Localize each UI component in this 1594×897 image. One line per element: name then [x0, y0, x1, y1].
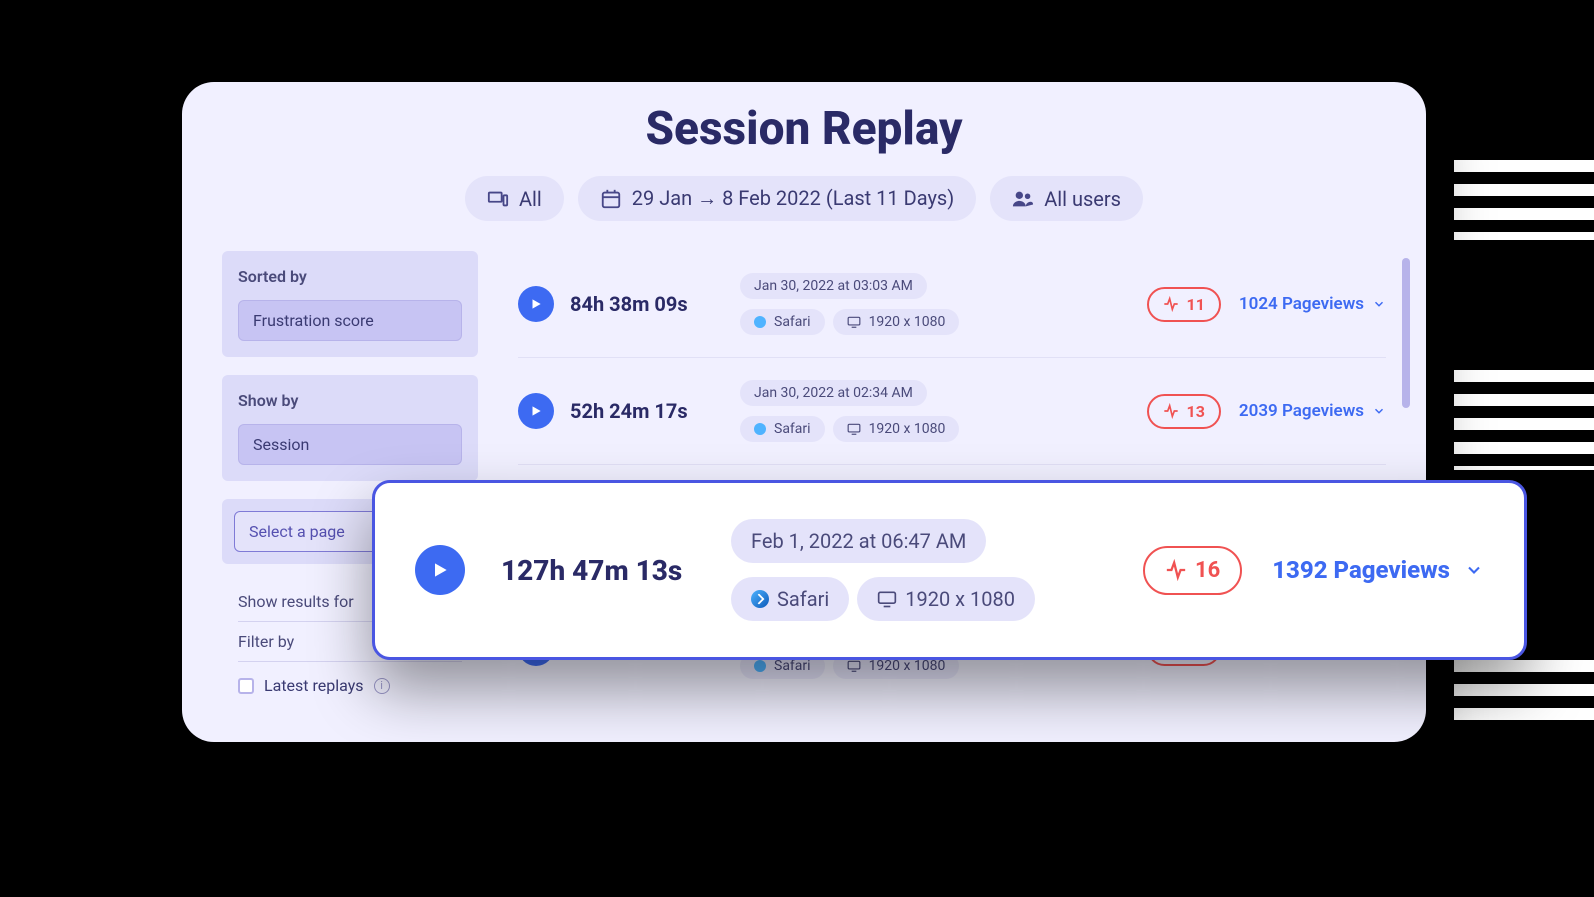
latest-replays-checkbox[interactable]: Latest replays i — [238, 676, 462, 695]
activity-icon — [1163, 296, 1179, 312]
tag-row: Safari 1920 x 1080 — [740, 416, 959, 442]
info-icon[interactable]: i — [374, 678, 390, 694]
page-title: Session Replay — [182, 102, 1426, 156]
devices-icon — [487, 188, 509, 210]
browser-chip: Safari — [731, 577, 849, 621]
date-range-filter[interactable]: 29 Jan → 8 Feb 2022 (Last 11 Days) — [578, 176, 976, 221]
users-filter[interactable]: All users — [990, 176, 1143, 221]
safari-icon — [754, 423, 766, 435]
decoration-stripes — [1454, 370, 1594, 470]
play-icon — [430, 560, 450, 580]
session-right: 11 1024 Pageviews — [1147, 287, 1386, 322]
timestamp-chip: Feb 1, 2022 at 06:47 AM — [731, 519, 986, 563]
decoration-stripes — [1454, 160, 1594, 240]
users-icon — [1012, 188, 1034, 210]
divider — [238, 661, 462, 662]
monitor-icon — [847, 315, 861, 329]
resolution-chip: 1920 x 1080 — [833, 416, 960, 442]
timestamp-chip: Jan 30, 2022 at 02:34 AM — [740, 380, 927, 406]
filters-row: All 29 Jan → 8 Feb 2022 (Last 11 Days) A… — [182, 176, 1426, 221]
calendar-icon — [600, 188, 622, 210]
date-range-label: 29 Jan → 8 Feb 2022 (Last 11 Days) — [632, 186, 954, 211]
filter-by-label: Filter by — [238, 632, 294, 651]
users-filter-label: All users — [1044, 187, 1121, 211]
session-duration: 84h 38m 09s — [570, 292, 740, 316]
tag-row: Safari 1920 x 1080 — [731, 577, 1035, 621]
scrollbar-thumb[interactable] — [1402, 258, 1410, 408]
sorted-by-panel: Sorted by Frustration score — [222, 251, 478, 357]
tag-row: Safari 1920 x 1080 — [740, 309, 959, 335]
session-row[interactable]: 84h 38m 09s Jan 30, 2022 at 03:03 AM Saf… — [518, 251, 1386, 358]
latest-replays-label: Latest replays — [264, 676, 364, 695]
chevron-down-icon — [1372, 404, 1386, 418]
browser-chip: Safari — [740, 416, 825, 442]
session-meta: Jan 30, 2022 at 02:34 AM Safari 1920 x 1… — [740, 380, 1147, 442]
activity-icon — [1163, 403, 1179, 419]
resolution-chip: 1920 x 1080 — [833, 309, 960, 335]
frustration-score-badge: 16 — [1143, 546, 1242, 595]
pageviews-toggle[interactable]: 2039 Pageviews — [1239, 401, 1386, 421]
session-meta: Jan 30, 2022 at 03:03 AM Safari 1920 x 1… — [740, 273, 1147, 335]
frustration-score-badge: 11 — [1147, 287, 1221, 322]
show-results-label: Show results for — [238, 592, 354, 611]
session-duration: 127h 47m 13s — [501, 554, 711, 587]
safari-icon — [754, 316, 766, 328]
checkbox-icon — [238, 678, 254, 694]
show-by-panel: Show by Session — [222, 375, 478, 481]
monitor-icon — [877, 589, 897, 609]
session-right: 13 2039 Pageviews — [1147, 394, 1386, 429]
monitor-icon — [847, 659, 861, 673]
device-filter-label: All — [519, 187, 542, 211]
pageviews-toggle[interactable]: 1392 Pageviews — [1272, 556, 1484, 584]
pageviews-toggle[interactable]: 1024 Pageviews — [1239, 294, 1386, 314]
session-right: 16 1392 Pageviews — [1143, 546, 1484, 595]
show-by-select[interactable]: Session — [238, 424, 462, 465]
device-filter[interactable]: All — [465, 176, 564, 221]
play-button[interactable] — [518, 286, 554, 322]
play-button[interactable] — [518, 393, 554, 429]
play-icon — [529, 297, 543, 311]
sorted-by-select[interactable]: Frustration score — [238, 300, 462, 341]
highlighted-session-card[interactable]: 127h 47m 13s Feb 1, 2022 at 06:47 AM Saf… — [372, 480, 1527, 660]
chevron-down-icon — [1372, 297, 1386, 311]
frustration-score-badge: 13 — [1147, 394, 1221, 429]
play-icon — [529, 404, 543, 418]
timestamp-chip: Jan 30, 2022 at 03:03 AM — [740, 273, 927, 299]
safari-icon — [751, 590, 769, 608]
decoration-stripes — [1454, 660, 1594, 720]
session-row[interactable]: 52h 24m 17s Jan 30, 2022 at 02:34 AM Saf… — [518, 358, 1386, 465]
activity-icon — [1165, 559, 1187, 581]
play-button[interactable] — [415, 545, 465, 595]
session-duration: 52h 24m 17s — [570, 399, 740, 423]
safari-icon — [754, 660, 766, 672]
resolution-chip: 1920 x 1080 — [857, 577, 1035, 621]
chevron-down-icon — [1464, 560, 1484, 580]
session-meta: Feb 1, 2022 at 06:47 AM Safari 1920 x 10… — [731, 519, 1123, 621]
show-by-label: Show by — [238, 391, 462, 410]
browser-chip: Safari — [740, 309, 825, 335]
sorted-by-label: Sorted by — [238, 267, 462, 286]
monitor-icon — [847, 422, 861, 436]
